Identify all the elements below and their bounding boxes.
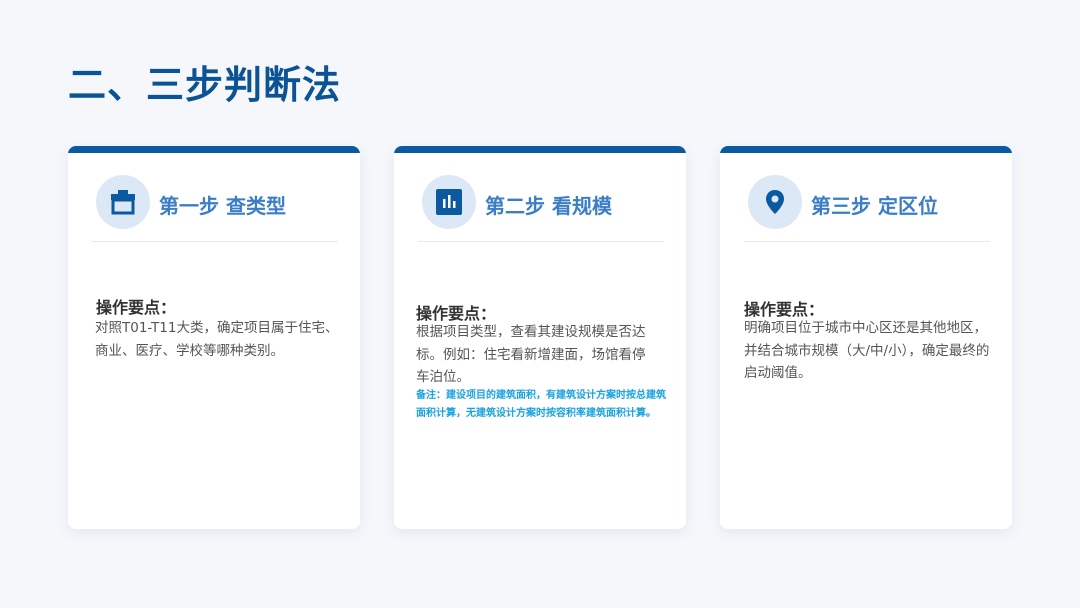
step-card-1: 第一步 查类型 操作要点： 对照T01-T11大类，确定项目属于住宅、商业、医疗…: [68, 146, 360, 529]
card-heading: 第二步 看规模: [485, 194, 612, 218]
card-heading: 第三步 定区位: [811, 194, 938, 218]
icon-badge: [748, 175, 802, 229]
page-title: 二、三步判断法: [68, 63, 342, 107]
card-top-bar: [720, 146, 1012, 153]
card-description: 明确项目位于城市中心区还是其他地区，并结合城市规模（大/中/小），确定最终的启动…: [744, 320, 990, 381]
card-top-bar: [68, 146, 360, 153]
key-points-label: 操作要点：: [96, 298, 177, 317]
step-card-3: 第三步 定区位 操作要点： 明确项目位于城市中心区还是其他地区，并结合城市规模（…: [720, 146, 1012, 529]
card-description: 对照T01-T11大类，确定项目属于住宅、商业、医疗、学校等哪种类别。: [95, 320, 339, 359]
location-pin-icon: [766, 190, 784, 214]
icon-badge: [96, 175, 150, 229]
icon-badge: [422, 175, 476, 229]
card-top-bar: [394, 146, 686, 153]
divider: [418, 241, 664, 242]
divider: [744, 241, 990, 242]
bar-chart-icon: [436, 189, 462, 215]
toolbox-icon: [111, 190, 135, 215]
card-note: 备注：建设项目的建筑面积，有建筑设计方案时按总建筑面积计算，无建筑设计方案时按容…: [416, 390, 666, 419]
card-description: 根据项目类型，查看其建设规模是否达标。例如：住宅看新增建面，场馆看停车泊位。: [416, 324, 646, 385]
divider: [92, 241, 338, 242]
card-heading: 第一步 查类型: [159, 194, 286, 218]
step-card-2: 第二步 看规模 操作要点： 根据项目类型，查看其建设规模是否达标。例如：住宅看新…: [394, 146, 686, 529]
